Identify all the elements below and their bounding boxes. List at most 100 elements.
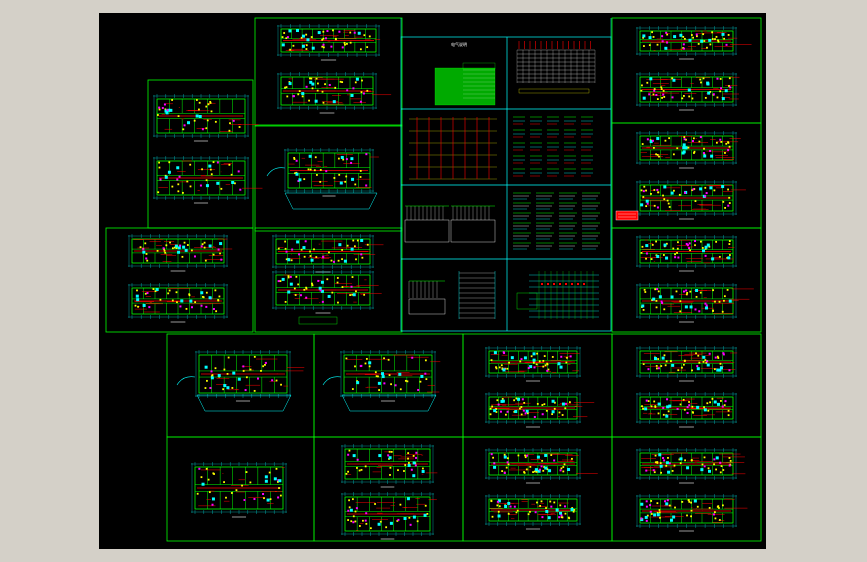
symbol <box>713 400 717 404</box>
plan-g2 <box>272 270 382 314</box>
symbol <box>353 31 356 34</box>
symbol <box>301 44 305 48</box>
fixture <box>352 239 355 242</box>
fixture <box>666 199 669 202</box>
fixture <box>295 275 298 278</box>
symbol <box>365 512 368 515</box>
fixture <box>691 97 694 100</box>
symbol <box>177 246 181 250</box>
fixture <box>716 355 719 358</box>
fixture <box>523 401 526 404</box>
fixture <box>651 244 654 246</box>
symbol <box>728 299 732 303</box>
fixture <box>663 96 666 98</box>
fixture <box>668 504 671 507</box>
symbol <box>693 499 697 503</box>
symbol <box>155 288 159 292</box>
fixture <box>145 253 148 255</box>
fixture <box>520 413 523 416</box>
detail-distribution <box>404 205 496 243</box>
fixture <box>338 173 341 176</box>
symbol <box>256 377 259 380</box>
symbol <box>338 243 342 247</box>
symbol <box>365 184 368 187</box>
fixture <box>165 244 168 247</box>
fixture <box>426 512 429 515</box>
symbol <box>360 239 364 243</box>
fixture <box>139 246 142 249</box>
detail-panel-schedules-2 <box>513 192 600 250</box>
fixture <box>223 368 226 371</box>
symbol <box>210 370 213 373</box>
fixture <box>152 288 155 290</box>
symbol <box>540 465 543 468</box>
symbol <box>640 203 644 207</box>
symbol <box>728 369 731 372</box>
fixture <box>344 43 346 46</box>
fixture <box>691 411 694 413</box>
symbol <box>526 454 529 457</box>
fixture <box>716 96 719 99</box>
fixture <box>286 95 289 98</box>
symbol <box>727 256 731 260</box>
symbol <box>664 500 667 503</box>
panel-box <box>581 156 593 165</box>
fixture <box>664 364 667 367</box>
fixture <box>354 365 356 368</box>
fixture <box>157 114 159 116</box>
fixture <box>643 288 646 291</box>
fixture <box>245 471 248 473</box>
fa-device <box>541 283 543 285</box>
sheet-frames <box>105 17 762 542</box>
fixture <box>664 139 667 142</box>
fixture <box>720 400 722 402</box>
fixture <box>673 464 676 467</box>
fixture <box>714 38 716 40</box>
plan-j2 <box>485 392 595 428</box>
symbol <box>700 468 704 472</box>
symbol <box>694 240 697 243</box>
fixture <box>365 522 368 525</box>
fixture <box>366 89 369 92</box>
cad-model-viewport[interactable]: 电气说明 <box>99 13 766 549</box>
fixture <box>496 399 499 402</box>
fixture <box>331 291 334 294</box>
fixture <box>345 472 348 475</box>
symbol <box>383 382 386 385</box>
symbol <box>397 518 400 521</box>
plan-f2 <box>128 283 228 323</box>
symbol <box>365 153 368 156</box>
fixture <box>686 514 688 517</box>
fixture <box>701 463 704 466</box>
symbol <box>355 77 359 81</box>
fixture <box>708 507 711 509</box>
symbol <box>533 415 536 418</box>
fixture <box>223 481 225 483</box>
symbol <box>691 140 694 143</box>
symbol <box>412 461 416 465</box>
sheet-frame-7 <box>254 227 403 333</box>
sheet-frame-10 <box>313 333 464 438</box>
symbol <box>709 149 712 152</box>
fixture <box>188 293 191 296</box>
symbol <box>406 497 410 501</box>
fixture <box>374 503 376 505</box>
fixture <box>689 290 692 293</box>
symbol <box>410 468 413 471</box>
symbol <box>688 38 692 42</box>
fixture <box>662 254 665 256</box>
detail-panel-schedules <box>513 116 593 177</box>
fixture <box>281 36 284 38</box>
fixture <box>322 46 325 49</box>
fixture <box>207 103 210 106</box>
fixture <box>660 471 663 474</box>
fixture <box>704 186 707 189</box>
drawing-canvas[interactable]: 电气说明 <box>99 13 766 549</box>
fixture <box>168 289 171 292</box>
symbol <box>381 372 385 376</box>
fixture <box>298 90 301 92</box>
symbol <box>286 36 289 39</box>
symbol <box>665 31 668 34</box>
fixture <box>361 79 363 82</box>
symbol <box>711 257 715 261</box>
